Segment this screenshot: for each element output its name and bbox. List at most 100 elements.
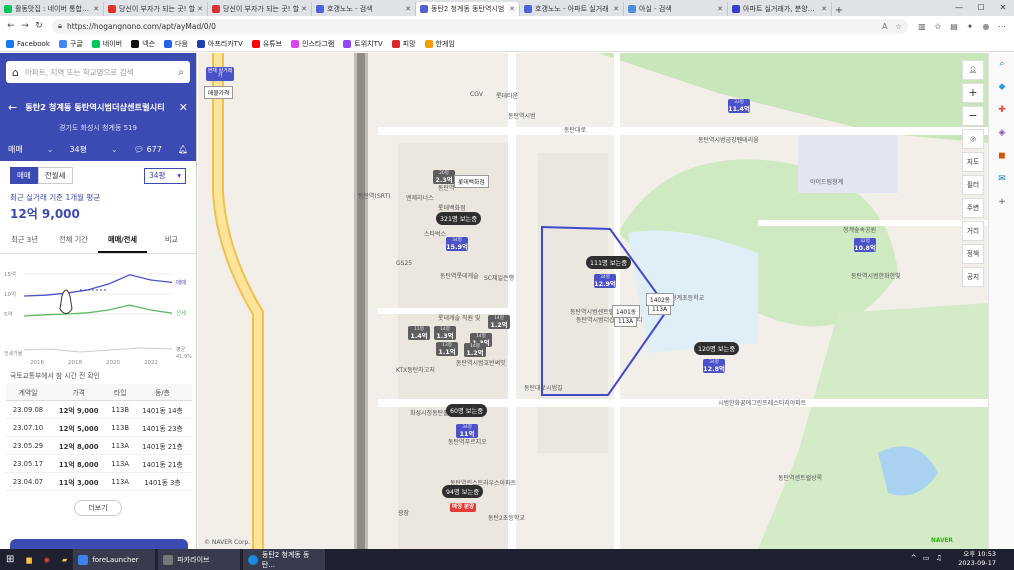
tab-close-icon[interactable]: ✕ xyxy=(509,5,515,13)
hot-badge[interactable]: 현재 실거래가 xyxy=(206,67,234,81)
system-tray[interactable]: ^ ▭ ♫ xyxy=(911,554,944,562)
close-panel-icon[interactable]: ✕ xyxy=(179,101,188,114)
price-marker[interactable]: 33평 11.4억 xyxy=(728,99,750,114)
bookmark-item[interactable]: Facebook xyxy=(6,39,50,48)
map-side-button[interactable]: 정책 xyxy=(962,244,984,264)
bookmark-item[interactable]: 한게임 xyxy=(424,39,455,49)
viewer-count-badge[interactable]: 120명 보는중 xyxy=(694,342,740,355)
bookmark-item[interactable]: 트위치TV xyxy=(343,39,383,49)
map-area[interactable]: 롯데타운 CGV 동탄역시범 동탄역 롯데백화점 엔제리너스 스타벅스 GS25 동탄역롯데캐슬… xyxy=(198,53,988,549)
bell-icon[interactable]: 🔔︎ xyxy=(178,145,188,154)
bookmark-item[interactable]: 넥슨 xyxy=(131,39,155,49)
outlook-icon[interactable]: ✉ xyxy=(989,168,1014,191)
price-chart[interactable]: 15억 10억 5억 매매 전세 전세가율 평균 41.9% 2016 2018 2020 2022 xyxy=(0,254,196,366)
deal-type-select[interactable]: 매매 xyxy=(8,144,23,155)
bookmark-item[interactable]: 유튜브 xyxy=(251,39,282,49)
shopping-icon[interactable]: ◆ xyxy=(989,76,1014,99)
home-logo-icon[interactable]: ⌂ xyxy=(12,66,19,79)
bookmark-item[interactable]: 구글 xyxy=(58,39,83,49)
search-input[interactable]: ⌂ 아파트, 지역 또는 학교명으로 검색 ⌕ xyxy=(6,61,190,83)
bookmark-item[interactable]: 인스타그램 xyxy=(291,39,334,49)
tab-close-icon[interactable]: ✕ xyxy=(821,5,827,13)
browser-tab[interactable]: 활동맛집 : 네이버 통합검색 ✕ xyxy=(0,2,104,16)
search-icon[interactable]: ⌕ xyxy=(178,67,184,78)
file-explorer-icon[interactable]: ▆ xyxy=(20,549,37,570)
map-tag[interactable]: 113A xyxy=(648,305,672,315)
clock[interactable]: 오후 10:53 2023-09-17 xyxy=(958,550,996,568)
tab-close-icon[interactable]: ✕ xyxy=(405,5,411,13)
table-row[interactable]: 23.07.10 12억 5,000 113B 1401동 23층 xyxy=(6,418,192,437)
size-select[interactable]: 34평 xyxy=(69,144,87,155)
subtab[interactable]: 매매/전세 xyxy=(98,232,147,253)
zoom-in-button[interactable]: + xyxy=(962,83,984,103)
map-side-button[interactable]: 공지 xyxy=(962,267,984,287)
panel-bottom-button[interactable] xyxy=(10,539,188,549)
map-side-button[interactable]: 지도 xyxy=(962,152,984,172)
zoom-out-button[interactable]: − xyxy=(962,106,984,126)
map-side-button[interactable]: 거리 xyxy=(962,221,984,241)
map-tag[interactable]: 롯데백화점 xyxy=(454,175,489,188)
map-tag[interactable]: 113A xyxy=(614,317,638,327)
price-marker[interactable]: 34평 15.9억 xyxy=(446,237,468,252)
pyeong-dropdown[interactable]: 34평 ▾ xyxy=(144,167,186,184)
tab-close-icon[interactable]: ✕ xyxy=(613,5,619,13)
trade-pill[interactable]: 매매 xyxy=(10,167,38,184)
locate-icon[interactable]: ◎ xyxy=(962,129,984,149)
table-row[interactable]: 23.09.08 12억 9,000 113B 1401동 14층 xyxy=(6,400,192,419)
price-marker[interactable]: 14평 1.2억 xyxy=(464,343,486,358)
bookmark-item[interactable]: 피망 xyxy=(391,39,416,49)
search-sidebar-icon[interactable]: ⌕ xyxy=(989,53,1014,76)
viewer-count-badge[interactable]: 94명 보는중 xyxy=(442,485,484,498)
profile-icon[interactable]: 👤︎ xyxy=(962,60,984,80)
maximize-icon[interactable]: ☐ xyxy=(970,0,992,16)
folder-icon[interactable]: ▰ xyxy=(56,549,73,570)
price-marker[interactable]: 14평1.3억 xyxy=(434,326,456,341)
start-icon[interactable]: ⊞ xyxy=(0,549,20,570)
bookmark-item[interactable]: 다음 xyxy=(164,39,188,49)
more-button[interactable]: 더보기 xyxy=(74,500,122,516)
browser-tab[interactable]: 호갱노노 - 검색 ✕ xyxy=(312,2,416,16)
tab-close-icon[interactable]: ✕ xyxy=(93,5,99,13)
read-aloud-icon[interactable]: A xyxy=(882,22,887,31)
extensions-icon[interactable]: ✦ xyxy=(962,22,978,31)
price-marker[interactable]: 20평 2.3억 xyxy=(433,170,455,185)
price-marker[interactable]: 34평 12.8억 xyxy=(703,359,725,374)
price-marker[interactable]: 13평 1.1억 xyxy=(436,342,458,357)
subtab[interactable]: 비교 xyxy=(147,232,196,253)
tab-close-icon[interactable]: ✕ xyxy=(717,5,723,13)
minimize-icon[interactable]: — xyxy=(948,0,970,16)
map-side-button[interactable]: 주변 xyxy=(962,198,984,218)
star-icon[interactable]: ☆ xyxy=(895,22,902,31)
tab-close-icon[interactable]: ✕ xyxy=(197,5,203,13)
taskbar-app-pakalive[interactable]: 파카라이브 xyxy=(158,549,241,570)
presale-badge[interactable]: 예정 분양 xyxy=(450,503,476,512)
bookmark-item[interactable]: 아프리카TV xyxy=(196,39,243,49)
comments-count[interactable]: 💬︎ 677 xyxy=(134,145,162,154)
browser-tab[interactable]: 당신이 부자가 되는 곳! 할 ✕ xyxy=(104,2,208,16)
table-row[interactable]: 23.05.17 11억 8,000 113A 1401동 21층 xyxy=(6,454,192,473)
office-icon[interactable]: ◼ xyxy=(989,145,1014,168)
viewer-count-badge[interactable]: 111명 보는중 xyxy=(586,256,632,269)
split-view-icon[interactable]: ▥ xyxy=(914,22,930,31)
taskbar-app-edge[interactable]: 동탄2 청계동 동탄... xyxy=(243,549,326,570)
add-icon[interactable]: + xyxy=(989,191,1014,214)
browser-tab[interactable]: 동탄2 청계동 동탄역시범 ✕ xyxy=(416,2,520,16)
chevron-down-icon[interactable]: ⌄ xyxy=(111,145,118,154)
browser-tab[interactable]: 당신이 부자가 되는 곳! 할 ✕ xyxy=(208,2,312,16)
back-icon[interactable]: ← xyxy=(4,21,18,31)
games-icon[interactable]: ◈ xyxy=(989,122,1014,145)
map-side-button[interactable]: 필터 xyxy=(962,175,984,195)
subtab[interactable]: 전체 기간 xyxy=(49,232,98,253)
chrome-icon[interactable]: ◉ xyxy=(38,549,56,570)
viewer-count-badge[interactable]: 321명 보는중 xyxy=(436,212,482,225)
chevron-down-icon[interactable]: ⌄ xyxy=(47,145,54,154)
price-marker[interactable]: 14평 1.2억 xyxy=(488,315,510,330)
address-bar[interactable]: 🔒︎ https://hogangnono.com/apt/ayMad/0/0 … xyxy=(52,18,908,34)
price-marker[interactable]: 34평 11억 xyxy=(456,424,478,439)
profile-icon[interactable]: ● xyxy=(978,22,994,31)
price-marker[interactable]: 11평 1.4억 xyxy=(408,326,430,341)
tab-close-icon[interactable]: ✕ xyxy=(301,5,307,13)
rent-pill[interactable]: 전월세 xyxy=(37,167,73,184)
viewer-count-badge[interactable]: 60명 보는중 xyxy=(446,404,488,417)
price-marker[interactable]: 32평 10.8억 xyxy=(854,238,876,253)
